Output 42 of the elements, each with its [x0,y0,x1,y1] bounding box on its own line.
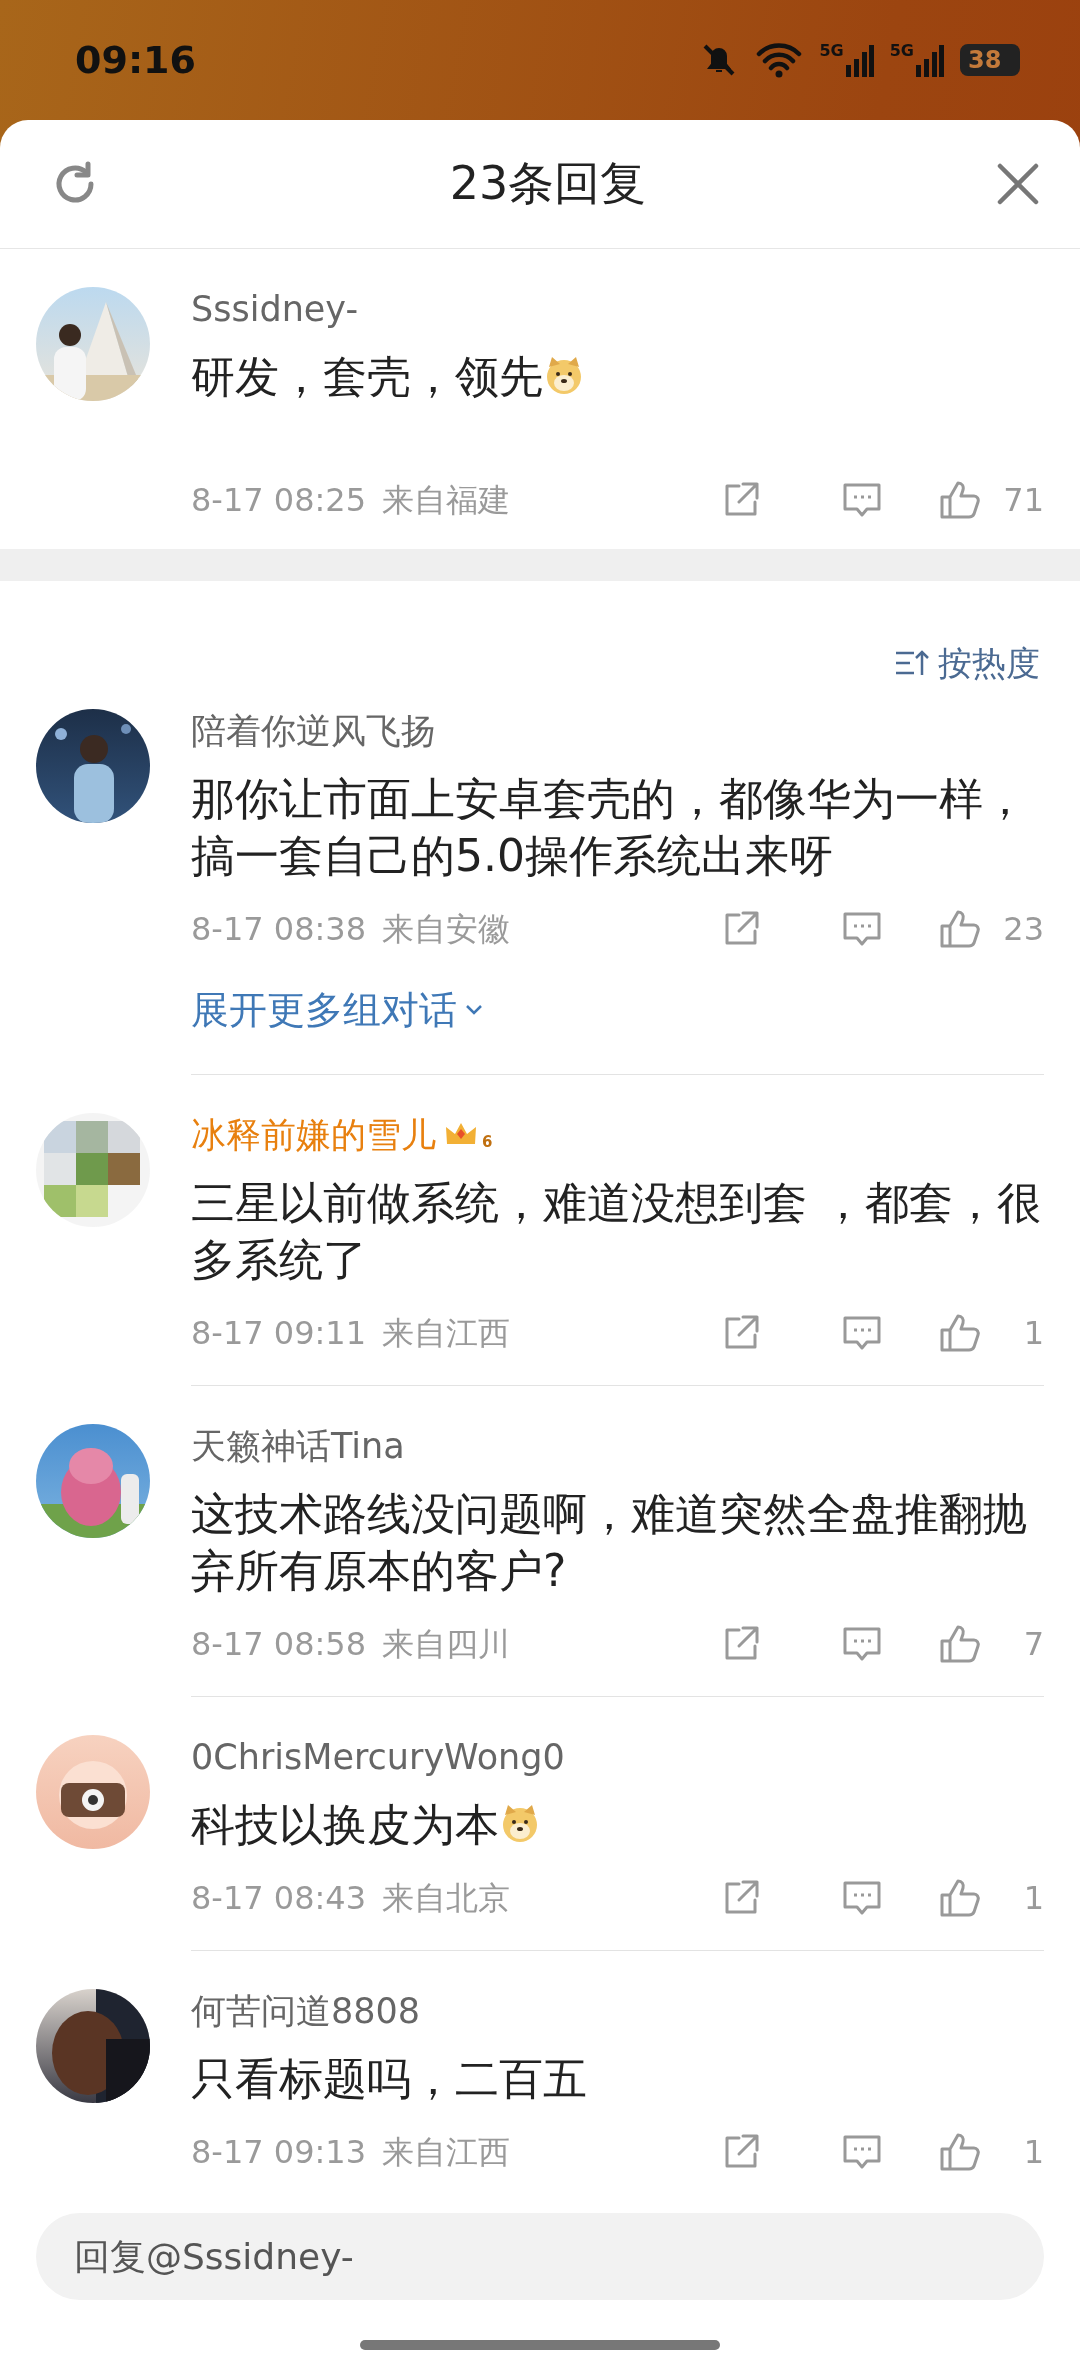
clock-time: 09:16 [75,36,196,84]
sort-button[interactable]: 按热度 [894,640,1040,685]
like-count: 23 [1002,908,1044,950]
comment-location: 来自北京 [382,1877,510,1919]
comment-location: 来自四川 [382,1623,510,1665]
sheet-title: 23条回复 [449,155,647,213]
comment-text: 三星以前做系统，难道没想到套 ，都套，很多系统了 [191,1175,1042,1287]
comment-date: 8-17 08:43 [191,1877,366,1919]
username[interactable]: 0ChrisMercuryWong0 [191,1734,565,1779]
comment-text: 那你让市面上安卓套壳的，都像华为一样，搞一套自己的5.0操作系统出来呀 [191,771,1028,883]
comment-location: 来自江西 [382,1312,510,1354]
like-count: 1 [1022,1312,1044,1354]
comment-location: 来自安徽 [382,908,510,950]
comment-date: 8-17 09:11 [191,1312,366,1354]
username[interactable]: 天籁神话Tina [191,1423,405,1468]
expand-link[interactable]: 展开更多组对话 [191,984,487,1035]
network-label: 5G [819,43,844,59]
reply-field[interactable]: 回复@Sssidney- [36,2213,1044,2300]
like-count: 7 [1022,1623,1044,1665]
battery-level: 38 [960,44,1020,76]
comment-date: 8-17 08:25 [191,479,366,521]
comment-text: 研发，套壳，领先 [191,349,543,404]
signal-bars-icon [914,43,944,77]
level-number: 6 [482,1134,493,1150]
signal-bars-icon [843,43,874,77]
like-count: 1 [1022,1877,1044,1919]
network-label: 5G [889,43,914,59]
wifi-icon [755,40,804,80]
comment-location: 来自江西 [382,2131,510,2173]
comment-date: 8-17 08:58 [191,1623,366,1665]
comment-date: 8-17 08:38 [191,908,366,950]
username[interactable]: 何苦问道8808 [191,1988,421,2033]
username[interactable]: 陪着你逆风飞扬 [191,708,436,753]
like-count: 1 [1022,2131,1044,2173]
comment-location: 来自福建 [382,479,510,521]
comment-text: 这技术路线没问题啊，难道突然全盘推翻抛弃所有原本的客户? [191,1486,1028,1598]
close-button[interactable] [996,161,1040,206]
comment-text: 只看标题吗，二百五 [191,2051,587,2106]
username[interactable]: Sssidney- [191,286,359,331]
comment-text: 科技以换皮为本 [191,1797,499,1852]
comment-date: 8-17 09:13 [191,2131,366,2173]
like-count: 71 [1002,479,1044,521]
